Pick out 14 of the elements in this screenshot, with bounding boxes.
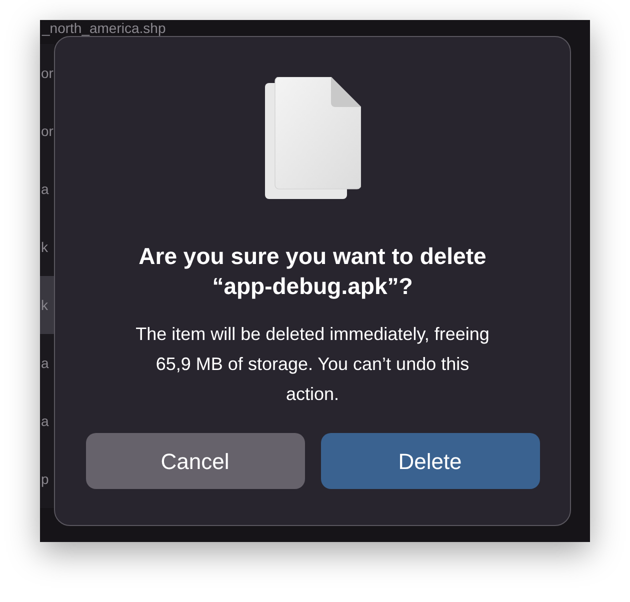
file-name: _north_america.shp: [40, 20, 166, 36]
file-row[interactable]: or: [40, 102, 54, 160]
file-row[interactable]: a: [40, 392, 54, 450]
file-row[interactable]: a: [40, 160, 54, 218]
cancel-button[interactable]: Cancel: [86, 433, 304, 489]
dialog-title: Are you sure you want to delete “app-debug.apk”?: [138, 242, 488, 301]
file-row[interactable]: or: [40, 44, 54, 102]
file-row[interactable]: k: [40, 276, 54, 334]
document-icon: [264, 77, 360, 199]
dialog-message: The item will be deleted immediately, freeing 65,9 MB of storage. You can’t undo this action.: [134, 323, 490, 406]
file-row[interactable]: k: [40, 218, 54, 276]
file-row[interactable]: a: [40, 334, 54, 392]
file-row[interactable]: p: [40, 450, 54, 508]
delete-button[interactable]: Delete: [320, 433, 540, 489]
